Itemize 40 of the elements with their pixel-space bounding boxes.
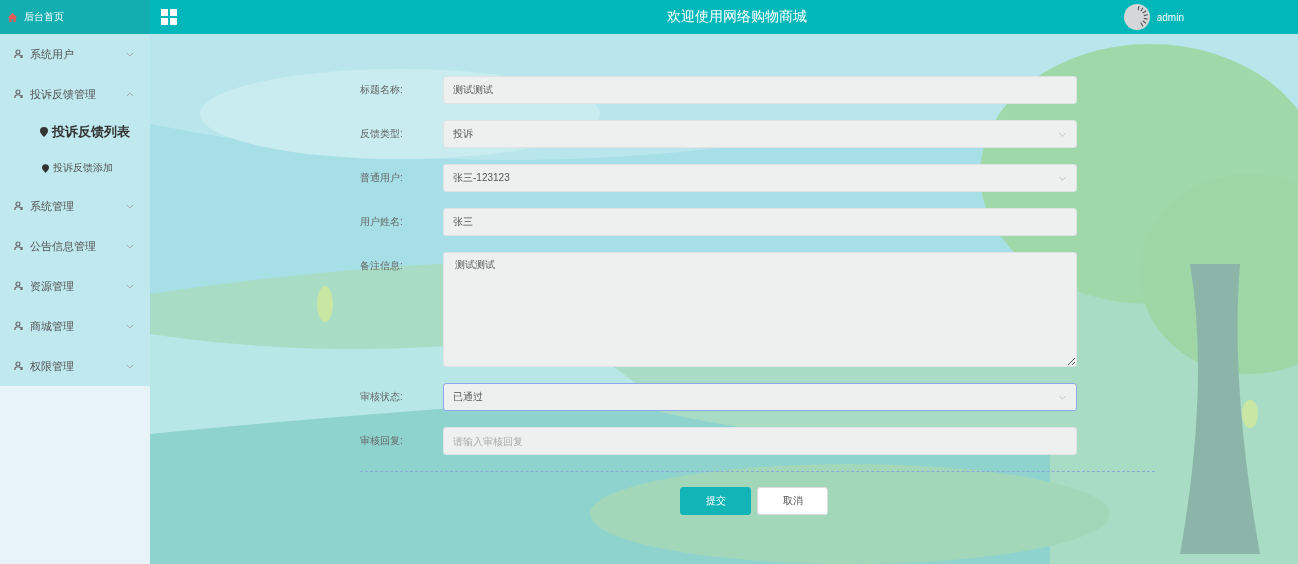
user-icon: [14, 321, 24, 331]
select-field[interactable]: 已通过: [443, 383, 1077, 411]
menu-item[interactable]: 权限管理: [0, 346, 150, 386]
field-label: 备注信息:: [360, 259, 404, 273]
user-icon: [14, 201, 24, 211]
user-icon: [14, 361, 24, 371]
menu-item[interactable]: 投诉反馈管理: [0, 74, 150, 114]
user-icon: [14, 89, 24, 99]
grid-menu-icon[interactable]: [161, 9, 177, 25]
caret-icon: [1058, 394, 1067, 400]
field-label: 反馈类型:: [360, 127, 404, 141]
pin-icon: [42, 163, 49, 173]
field-label: 审核状态:: [360, 390, 404, 404]
input-field[interactable]: 测试测试: [443, 76, 1077, 104]
menu-item[interactable]: 资源管理: [0, 266, 150, 306]
page-title: 欢迎使用网络购物商城: [667, 8, 807, 26]
caret-icon: [1058, 175, 1067, 181]
menu-item[interactable]: 系统管理: [0, 186, 150, 226]
cancel-button[interactable]: 取消: [757, 487, 828, 515]
input-field[interactable]: 请输入审核回复: [443, 427, 1077, 455]
field-label: 用户姓名:: [360, 215, 404, 229]
field-label: 标题名称:: [360, 83, 404, 97]
field-label: 普通用户:: [360, 171, 404, 185]
pin-icon: [40, 127, 48, 137]
menu-item[interactable]: 系统用户: [0, 34, 150, 74]
avatar-icon[interactable]: [1123, 4, 1150, 30]
user-icon: [14, 241, 24, 251]
caret-icon: [1058, 131, 1067, 137]
menu-item[interactable]: 公告信息管理: [0, 226, 150, 266]
select-field[interactable]: 投诉: [443, 120, 1077, 148]
field-label: 审核回复:: [360, 434, 404, 448]
user-icon: [14, 281, 24, 291]
input-field[interactable]: 张三: [443, 208, 1077, 236]
text-area[interactable]: 测试测试: [443, 252, 1077, 367]
submenu-item[interactable]: 投诉反馈添加: [0, 150, 150, 186]
submenu-item[interactable]: 投诉反馈列表: [0, 114, 150, 150]
select-field[interactable]: 张三-123123: [443, 164, 1077, 192]
menu-item[interactable]: 商城管理: [0, 306, 150, 346]
user-icon: [14, 49, 24, 59]
home-icon: [7, 11, 18, 23]
